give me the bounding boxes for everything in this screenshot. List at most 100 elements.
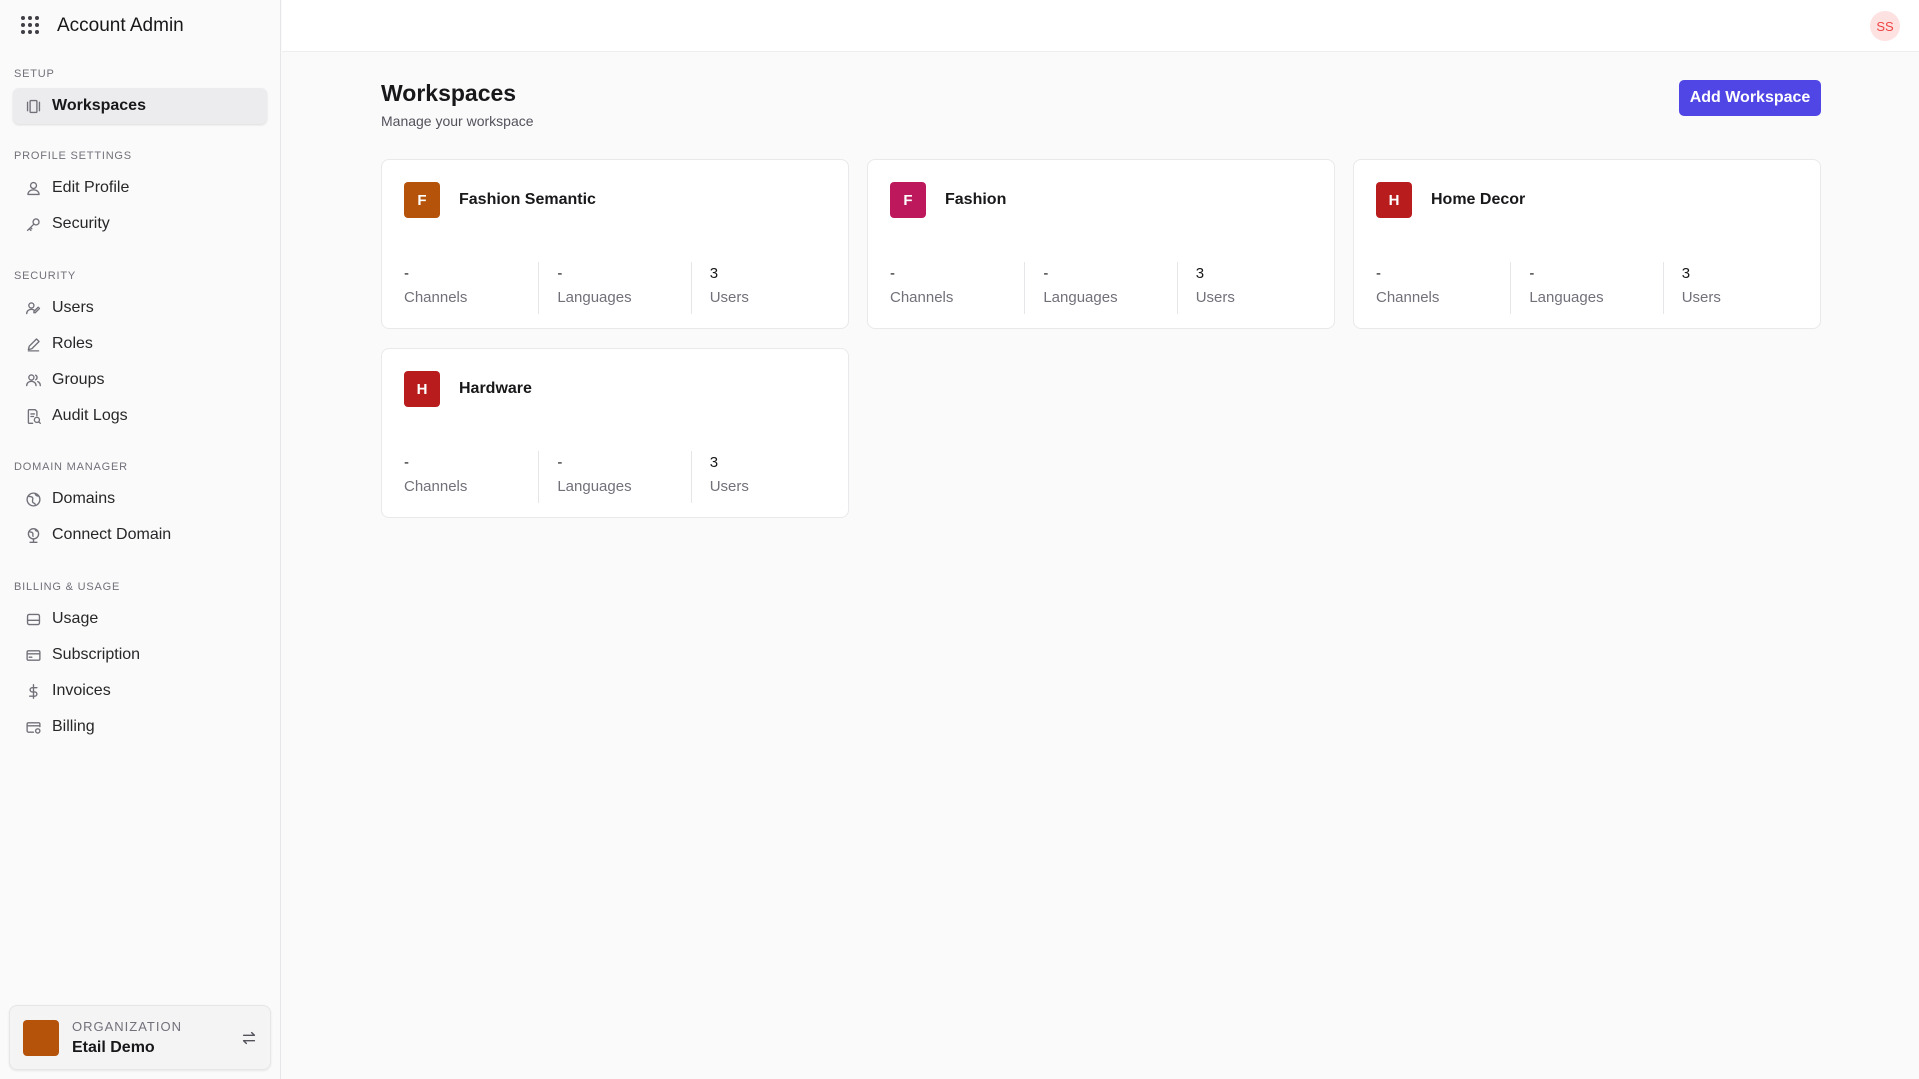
stat-value: -	[1043, 265, 1049, 282]
stat-value: -	[557, 454, 563, 471]
stat-value: -	[1529, 265, 1535, 282]
stat-value: 3	[709, 265, 719, 282]
sidebar-item-label: Workspaces	[52, 97, 146, 114]
stat-users: 3 Users	[690, 262, 848, 314]
workspace-name: Fashion	[945, 191, 1007, 208]
sidebar-item-roles[interactable]: Roles	[13, 326, 267, 362]
add-workspace-button[interactable]: Add Workspace	[1679, 80, 1821, 116]
stat-users: 3 Users	[1662, 262, 1820, 314]
sidebar-item-connect-domain[interactable]: Connect Domain	[13, 517, 267, 553]
workspace-stats: - Channels - Languages 3 Users	[382, 262, 848, 314]
stat-channels: - Channels	[382, 451, 538, 503]
sidebar-item-billing[interactable]: Billing	[13, 709, 267, 745]
sidebar-item-label: Connect Domain	[52, 526, 172, 543]
sidebar-item-label: Users	[52, 299, 94, 316]
sidebar-item-domains[interactable]: Domains	[13, 481, 267, 517]
stat-users: 3 Users	[1176, 262, 1334, 314]
sidebar-item-label: Invoices	[52, 682, 111, 699]
stat-value: -	[1376, 265, 1381, 282]
workspace-card[interactable]: H Home Decor - Channels - Languages 3 Us…	[1353, 159, 1821, 329]
sidebar-item-label: Groups	[52, 371, 105, 388]
brand: Account Admin	[0, 0, 280, 51]
organization-avatar	[23, 1019, 59, 1056]
sidebar-item-groups[interactable]: Groups	[13, 362, 267, 398]
stat-label: Channels	[404, 478, 468, 495]
sidebar-item-label: Edit Profile	[52, 179, 130, 196]
section-label-billing-usage: BILLING & USAGE	[14, 581, 121, 593]
workspace-card[interactable]: F Fashion - Channels - Languages 3 Users	[867, 159, 1335, 329]
stat-value: 3	[709, 454, 719, 471]
sidebar-item-usage[interactable]: Usage	[13, 601, 267, 637]
sidebar-item-subscription[interactable]: Subscription	[13, 637, 267, 673]
workspace-initial-badge: F	[404, 182, 440, 218]
usage-icon	[24, 610, 42, 628]
workspace-card[interactable]: F Fashion Semantic - Channels - Language…	[381, 159, 849, 329]
sidebar-item-invoices[interactable]: Invoices	[13, 673, 267, 709]
section-label-domain-manager: DOMAIN MANAGER	[14, 461, 128, 473]
workspace-initial-badge: H	[404, 371, 440, 407]
stat-label: Languages	[1043, 289, 1118, 306]
stat-label: Channels	[1376, 289, 1440, 306]
sidebar-item-security[interactable]: Security	[13, 206, 267, 242]
stat-value: -	[404, 265, 409, 282]
stat-languages: - Languages	[1024, 262, 1176, 314]
stat-label: Users	[709, 289, 749, 306]
workspace-stats: - Channels - Languages 3 Users	[868, 262, 1334, 314]
page-title: Workspaces	[381, 80, 517, 106]
stat-label: Languages	[557, 478, 632, 495]
stat-label: Languages	[1529, 289, 1604, 306]
sidebar-item-label: Audit Logs	[52, 407, 128, 424]
workspace-name: Home Decor	[1431, 191, 1526, 208]
stat-label: Channels	[890, 289, 954, 306]
stat-channels: - Channels	[1354, 262, 1510, 314]
stat-value: 3	[1195, 265, 1205, 282]
card-icon	[24, 646, 42, 664]
key-icon	[24, 215, 42, 233]
stat-languages: - Languages	[538, 262, 690, 314]
organization-switcher[interactable]: ORGANIZATION Etail Demo	[9, 1005, 271, 1070]
workspace-stats: - Channels - Languages 3 Users	[1354, 262, 1820, 314]
stat-label: Users	[1195, 289, 1235, 306]
sidebar-item-edit-profile[interactable]: Edit Profile	[13, 170, 267, 206]
group-icon	[24, 371, 42, 389]
sidebar-item-label: Roles	[52, 335, 93, 352]
stat-languages: - Languages	[1510, 262, 1662, 314]
section-label-profile-settings: PROFILE SETTINGS	[14, 150, 132, 162]
sidebar-item-users[interactable]: Users	[13, 290, 267, 326]
workspace-stats: - Channels - Languages 3 Users	[382, 451, 848, 503]
sidebar: Account Admin SETUP Workspaces PROFILE S…	[0, 0, 281, 1079]
globe-connect-icon	[24, 526, 42, 544]
stat-users: 3 Users	[690, 451, 848, 503]
stat-channels: - Channels	[382, 262, 538, 314]
sidebar-item-workspaces[interactable]: Workspaces	[13, 88, 267, 124]
audit-log-icon	[24, 407, 42, 425]
stat-value: -	[557, 265, 563, 282]
stat-value: -	[404, 454, 409, 471]
pencil-icon	[24, 335, 42, 353]
billing-icon	[24, 718, 42, 736]
users-icon	[24, 299, 42, 317]
stat-label: Users	[1681, 289, 1721, 306]
app-title: Account Admin	[57, 14, 184, 36]
stat-label: Languages	[557, 289, 632, 306]
page-subtitle: Manage your workspace	[381, 113, 534, 129]
app-grid-icon[interactable]	[21, 15, 41, 36]
sidebar-item-label: Billing	[52, 718, 95, 735]
dollar-icon	[24, 682, 42, 700]
stat-label: Channels	[404, 289, 468, 306]
globe-icon	[24, 490, 42, 508]
sidebar-item-audit-logs[interactable]: Audit Logs	[13, 398, 267, 434]
sidebar-item-label: Subscription	[52, 646, 141, 663]
section-label-setup: SETUP	[14, 68, 55, 80]
stat-value: 3	[1681, 265, 1691, 282]
switch-arrows-icon[interactable]	[240, 1029, 258, 1047]
sidebar-item-label: Domains	[52, 490, 116, 507]
workspaces-icon	[24, 97, 42, 115]
stat-channels: - Channels	[868, 262, 1024, 314]
organization-label: ORGANIZATION	[72, 1018, 182, 1034]
organization-name: Etail Demo	[72, 1038, 155, 1056]
sidebar-item-label: Usage	[52, 610, 99, 627]
user-avatar[interactable]: SS	[1870, 11, 1900, 41]
user-icon	[24, 179, 42, 197]
workspace-card[interactable]: H Hardware - Channels - Languages 3 User…	[381, 348, 849, 518]
